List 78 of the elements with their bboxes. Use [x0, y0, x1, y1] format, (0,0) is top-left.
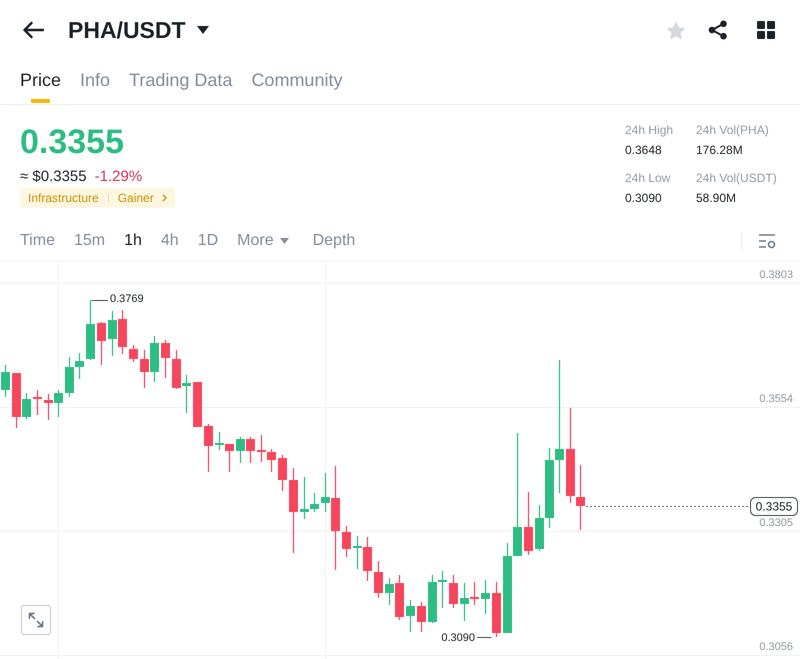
- stat-value: 176.28M: [696, 142, 744, 159]
- candlestick: [172, 350, 181, 389]
- usd-price: ≈ $0.3355: [20, 167, 87, 187]
- leader-line: [476, 637, 492, 638]
- leader-line: [91, 300, 108, 301]
- expand-icon: [28, 612, 44, 628]
- chart-tab[interactable]: Time: [20, 230, 55, 252]
- tab[interactable]: Trading Data: [129, 60, 232, 104]
- candlestick: [161, 340, 170, 378]
- candlestick: [492, 582, 501, 637]
- stat-value: 0.3090: [625, 190, 663, 207]
- pair-selector[interactable]: PHA/USDT: [68, 15, 209, 45]
- tag-label: Gainer: [118, 190, 154, 207]
- candlestick: [54, 390, 63, 417]
- candlestick: [118, 310, 127, 354]
- chart-tab[interactable]: Depth: [312, 230, 356, 252]
- candlestick: [342, 526, 351, 557]
- axis-label: 0.3803: [759, 269, 793, 281]
- candlestick: [524, 492, 533, 555]
- candlestick: [1, 365, 10, 397]
- candlestick: [204, 424, 213, 472]
- candlestick: [481, 580, 490, 614]
- candlestick: [246, 437, 255, 463]
- candlestick: [150, 336, 159, 382]
- fullscreen-button[interactable]: [21, 605, 51, 635]
- high-price-label: 0.3769: [110, 293, 144, 305]
- dropdown-button[interactable]: More: [237, 230, 289, 252]
- candlestick: [140, 350, 149, 388]
- chevron-right-icon: [162, 194, 167, 202]
- candlestick: [86, 300, 95, 360]
- candlestick: [374, 561, 383, 598]
- last-price-tag: 0.3355: [750, 497, 798, 516]
- tab[interactable]: Info: [80, 60, 110, 104]
- tag-label: Infrastructure: [28, 190, 99, 207]
- tab[interactable]: Price: [20, 60, 62, 104]
- chart-tab[interactable]: 4h: [160, 230, 179, 252]
- candlestick: [363, 537, 372, 581]
- stat-value: 58.90M: [696, 190, 738, 207]
- candlestick: [257, 435, 266, 462]
- back-arrow-icon[interactable]: [22, 21, 44, 39]
- tag-bar[interactable]: Infrastructure Gainer: [20, 188, 175, 208]
- candlestick: [267, 449, 276, 472]
- stat-label: 24h Low: [625, 170, 672, 187]
- candlestick: [182, 375, 191, 413]
- star-icon[interactable]: [666, 20, 686, 40]
- grid-icon[interactable]: [757, 21, 775, 39]
- share-icon[interactable]: [708, 20, 728, 40]
- last-price: 0.3355: [20, 122, 124, 162]
- axis-label: 0.3056: [759, 641, 793, 653]
- candlestick: [417, 602, 426, 632]
- chart-tab[interactable]: 15m: [74, 230, 106, 252]
- caret-down-icon: [196, 26, 209, 34]
- stat-label: 24h Vol(USDT): [696, 170, 778, 187]
- list-settings-icon[interactable]: [758, 233, 776, 249]
- candlestick: [129, 345, 138, 362]
- low-price-label: 0.3090: [441, 632, 475, 644]
- candlestick: [193, 382, 202, 427]
- caret-down-icon: [280, 238, 289, 244]
- chart-tab[interactable]: 1D: [198, 230, 218, 252]
- stat-value: 0.3648: [625, 142, 663, 159]
- candlestick: [353, 536, 362, 569]
- stat-label: 24h Vol(PHA): [696, 122, 770, 139]
- candlestick: [33, 390, 42, 415]
- candlestick: [97, 322, 106, 365]
- candlestick: [278, 455, 287, 491]
- stat-label: 24h High: [625, 122, 674, 139]
- candlestick: [406, 600, 415, 632]
- tab[interactable]: Community: [251, 60, 342, 104]
- candlestick: [108, 311, 117, 356]
- candlestick: [438, 571, 447, 608]
- candlestick: [236, 437, 245, 463]
- candlestick: [428, 575, 437, 623]
- candlestick: [449, 575, 458, 608]
- chart-tab[interactable]: 1h: [124, 230, 142, 252]
- price-change: -1.29%: [94, 167, 142, 187]
- axis-label: 0.3554: [759, 393, 793, 405]
- candlestick: [44, 394, 53, 420]
- axis-label: 0.3305: [759, 517, 793, 529]
